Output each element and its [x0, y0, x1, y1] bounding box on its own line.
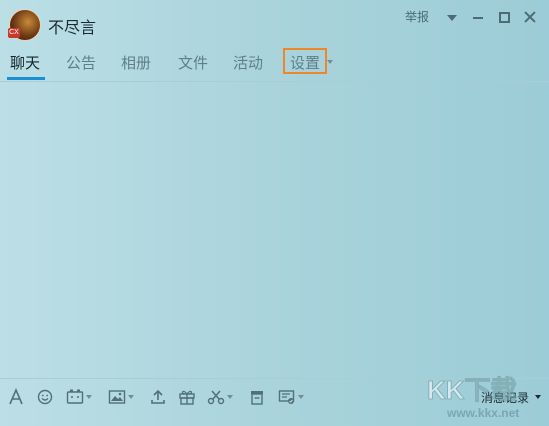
emoji-icon[interactable] [37, 386, 53, 408]
tab-announcement[interactable]: 公告 [66, 52, 96, 73]
upload-icon[interactable] [150, 386, 166, 408]
settings-dropdown-icon[interactable] [327, 60, 333, 64]
avatar-badge: CX [8, 28, 20, 38]
clipboard-icon[interactable] [249, 386, 265, 408]
gif-icon[interactable] [66, 386, 92, 408]
tab-files[interactable]: 文件 [178, 52, 208, 73]
close-icon[interactable] [523, 10, 537, 24]
site-watermark: KK下载 www.kkx.net [415, 371, 545, 421]
dropdown-icon[interactable] [445, 10, 459, 24]
title-bar: CX 不尽言 举报 [0, 0, 549, 44]
maximize-icon[interactable] [497, 10, 511, 24]
group-name[interactable]: 不尽言 [48, 14, 96, 38]
tab-album[interactable]: 相册 [121, 52, 151, 73]
screenshot-icon[interactable] [207, 386, 233, 408]
watermark-logo-text: KK下载 [427, 375, 517, 405]
tab-chat[interactable]: 聊天 [10, 52, 40, 73]
image-icon[interactable] [108, 386, 134, 408]
chat-message-area[interactable] [0, 82, 549, 378]
gift-icon[interactable] [178, 386, 196, 408]
watermark-url: www.kkx.net [446, 406, 519, 420]
font-icon[interactable] [8, 386, 24, 408]
tab-activity[interactable]: 活动 [233, 52, 263, 73]
tab-bar: 聊天 公告 相册 文件 活动 设置 [0, 50, 549, 80]
report-link[interactable]: 举报 [405, 8, 429, 25]
settings-highlight-box [283, 48, 327, 74]
send-file-icon[interactable] [278, 386, 304, 408]
active-tab-indicator [7, 77, 45, 80]
minimize-icon[interactable] [471, 10, 485, 24]
window-controls: 举报 [405, 8, 537, 25]
